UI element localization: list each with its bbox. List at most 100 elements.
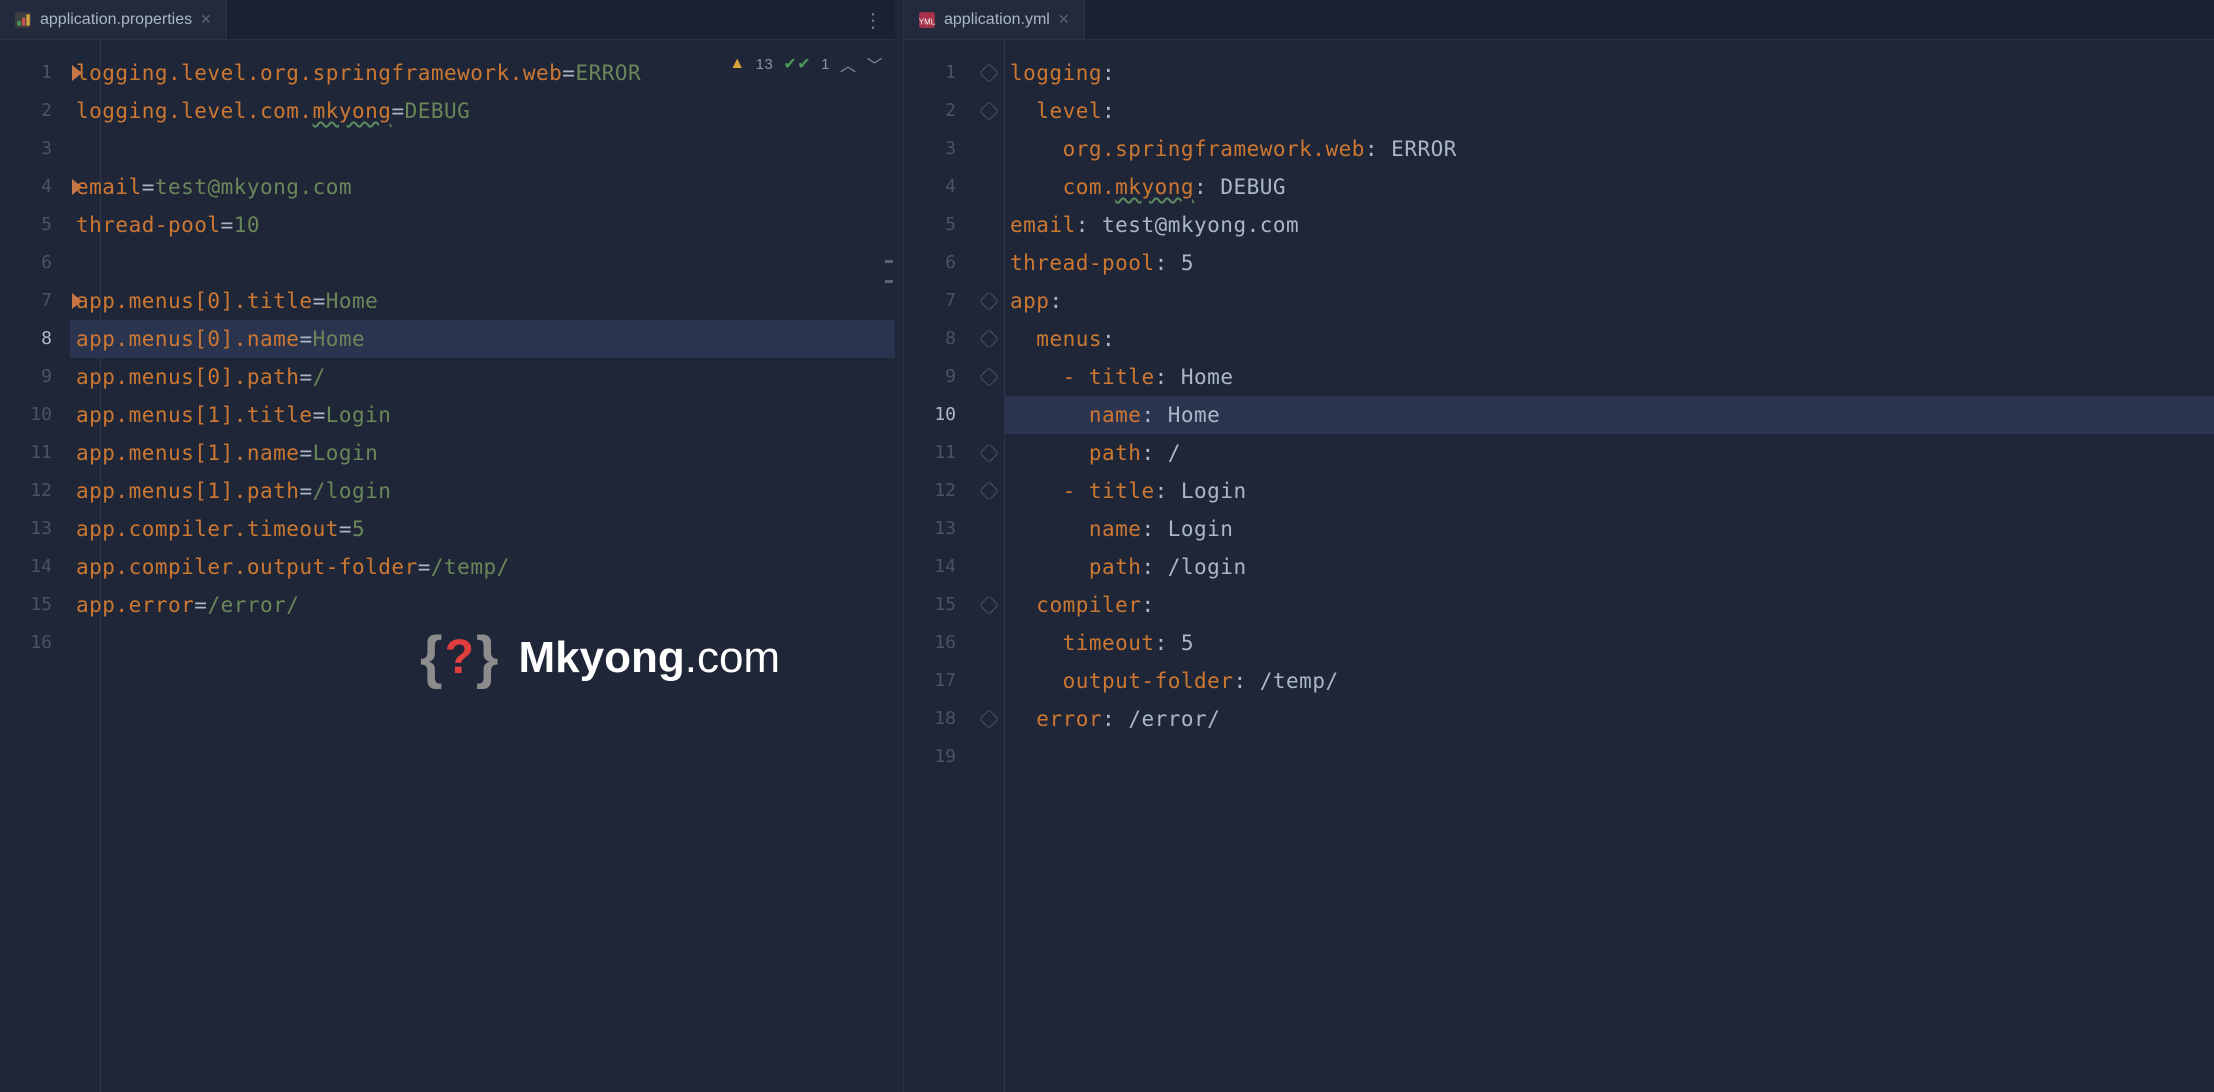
code-line[interactable]: name: Home <box>1004 396 2214 434</box>
code-line[interactable]: logging: <box>1004 54 2214 92</box>
left-editor-body[interactable]: 12345678910111213141516 ▲ 13 ✔✔ 1 ︿ ﹀ lo… <box>0 40 895 1092</box>
line-number[interactable]: 4 <box>904 168 974 206</box>
code-line[interactable]: output-folder: /temp/ <box>1004 662 2214 700</box>
close-icon[interactable]: ✕ <box>200 11 212 28</box>
code-token: mkyong <box>313 99 392 123</box>
line-number[interactable]: 5 <box>904 206 974 244</box>
code-line[interactable]: - title: Login <box>1004 472 2214 510</box>
fold-icon[interactable] <box>979 101 999 121</box>
line-number[interactable]: 15 <box>0 586 70 624</box>
code-line[interactable]: logging.level.com.mkyong=DEBUG <box>70 92 895 130</box>
line-number[interactable]: 12 <box>0 472 70 510</box>
code-line[interactable]: path: / <box>1004 434 2214 472</box>
line-number[interactable]: 11 <box>0 434 70 472</box>
code-line[interactable]: app.compiler.timeout=5 <box>70 510 895 548</box>
marker-tick[interactable] <box>885 280 893 283</box>
code-line[interactable]: app: <box>1004 282 2214 320</box>
line-number[interactable]: 9 <box>0 358 70 396</box>
ok-icon[interactable]: ✔✔ <box>783 54 811 74</box>
line-number[interactable]: 16 <box>904 624 974 662</box>
right-code-area[interactable]: logging: level: org.springframework.web:… <box>1004 40 2214 1092</box>
line-number[interactable]: 6 <box>0 244 70 282</box>
line-number[interactable]: 3 <box>0 130 70 168</box>
line-number[interactable]: 10 <box>904 396 974 434</box>
fold-icon[interactable] <box>979 63 999 83</box>
line-number[interactable]: 18 <box>904 700 974 738</box>
fold-icon[interactable] <box>979 329 999 349</box>
line-number[interactable]: 7 <box>904 282 974 320</box>
code-line[interactable] <box>1004 738 2214 776</box>
left-gutter[interactable]: 12345678910111213141516 <box>0 40 70 1092</box>
code-line[interactable]: app.error=/error/ <box>70 586 895 624</box>
line-number[interactable]: 11 <box>904 434 974 472</box>
code-line[interactable]: email: test@mkyong.com <box>1004 206 2214 244</box>
line-number[interactable]: 4 <box>0 168 70 206</box>
line-number[interactable]: 2 <box>0 92 70 130</box>
line-number[interactable]: 10 <box>0 396 70 434</box>
code-line[interactable]: org.springframework.web: ERROR <box>1004 130 2214 168</box>
more-icon[interactable]: ⋮ <box>853 0 895 39</box>
line-number[interactable]: 14 <box>904 548 974 586</box>
chevron-up-icon[interactable]: ︿ <box>840 52 857 76</box>
right-fold-column[interactable] <box>974 40 1004 1092</box>
line-number[interactable]: 19 <box>904 738 974 776</box>
line-number[interactable]: 9 <box>904 358 974 396</box>
warning-icon[interactable]: ▲ <box>729 55 745 73</box>
line-number[interactable]: 13 <box>904 510 974 548</box>
code-line[interactable]: app.menus[0].title=Home <box>70 282 895 320</box>
line-number[interactable]: 6 <box>904 244 974 282</box>
line-number[interactable]: 15 <box>904 586 974 624</box>
left-marker-strip[interactable] <box>881 80 895 1092</box>
chevron-down-icon[interactable]: ﹀ <box>866 52 883 76</box>
marker-tick[interactable] <box>885 260 893 263</box>
tab-application-yml[interactable]: YML application.yml ✕ <box>904 0 1085 39</box>
fold-icon[interactable] <box>979 709 999 729</box>
fold-icon[interactable] <box>979 595 999 615</box>
fold-icon[interactable] <box>979 291 999 311</box>
right-editor-body[interactable]: 12345678910111213141516171819 logging: l… <box>904 40 2214 1092</box>
line-number[interactable]: 13 <box>0 510 70 548</box>
line-number[interactable]: 2 <box>904 92 974 130</box>
line-number[interactable]: 1 <box>904 54 974 92</box>
left-code-area[interactable]: ▲ 13 ✔✔ 1 ︿ ﹀ logging.level.org.springfr… <box>70 40 895 1092</box>
code-line[interactable]: app.menus[1].name=Login <box>70 434 895 472</box>
line-number[interactable]: 16 <box>0 624 70 662</box>
right-gutter[interactable]: 12345678910111213141516171819 <box>904 40 974 1092</box>
code-token: logging <box>1010 61 1102 85</box>
line-number[interactable]: 5 <box>0 206 70 244</box>
fold-icon[interactable] <box>979 481 999 501</box>
splitter[interactable] <box>895 0 903 1092</box>
code-line[interactable]: menus: <box>1004 320 2214 358</box>
code-line[interactable]: app.compiler.output-folder=/temp/ <box>70 548 895 586</box>
line-number[interactable]: 7 <box>0 282 70 320</box>
code-line[interactable]: name: Login <box>1004 510 2214 548</box>
code-line[interactable]: thread-pool=10 <box>70 206 895 244</box>
code-line[interactable] <box>70 244 895 282</box>
line-number[interactable]: 17 <box>904 662 974 700</box>
line-number[interactable]: 8 <box>0 320 70 358</box>
line-number[interactable]: 3 <box>904 130 974 168</box>
line-number[interactable]: 14 <box>0 548 70 586</box>
close-icon[interactable]: ✕ <box>1058 11 1070 28</box>
code-line[interactable]: compiler: <box>1004 586 2214 624</box>
code-line[interactable] <box>70 130 895 168</box>
code-line[interactable]: app.menus[1].path=/login <box>70 472 895 510</box>
code-line[interactable]: thread-pool: 5 <box>1004 244 2214 282</box>
code-line[interactable]: error: /error/ <box>1004 700 2214 738</box>
tab-application-properties[interactable]: application.properties ✕ <box>0 0 227 39</box>
code-token: org.springframework.web <box>1063 137 1365 161</box>
code-line[interactable]: - title: Home <box>1004 358 2214 396</box>
code-line[interactable]: com.mkyong: DEBUG <box>1004 168 2214 206</box>
code-line[interactable]: app.menus[0].name=Home <box>70 320 895 358</box>
line-number[interactable]: 1 <box>0 54 70 92</box>
fold-icon[interactable] <box>979 443 999 463</box>
line-number[interactable]: 8 <box>904 320 974 358</box>
code-line[interactable]: app.menus[1].title=Login <box>70 396 895 434</box>
line-number[interactable]: 12 <box>904 472 974 510</box>
code-line[interactable]: level: <box>1004 92 2214 130</box>
code-line[interactable]: path: /login <box>1004 548 2214 586</box>
code-line[interactable]: timeout: 5 <box>1004 624 2214 662</box>
code-line[interactable]: email=test@mkyong.com <box>70 168 895 206</box>
fold-icon[interactable] <box>979 367 999 387</box>
code-line[interactable]: app.menus[0].path=/ <box>70 358 895 396</box>
